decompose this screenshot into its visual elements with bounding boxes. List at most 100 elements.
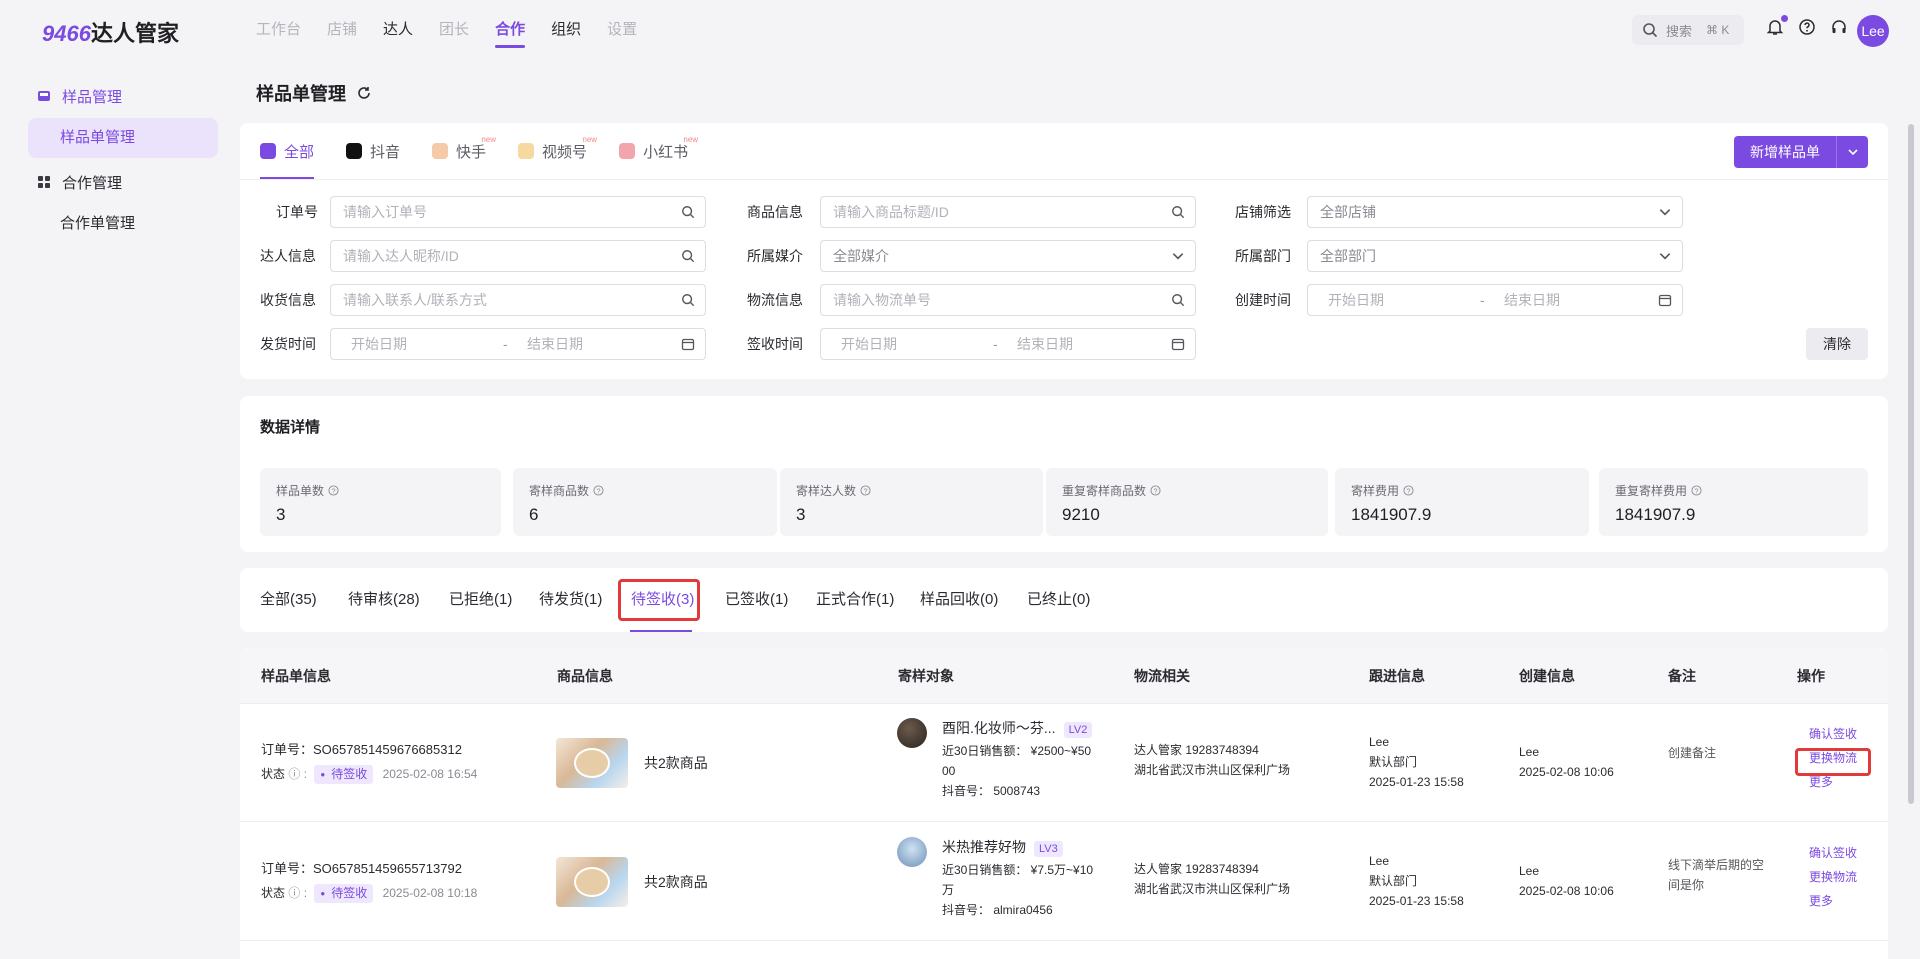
more-link[interactable]: 更多	[1809, 889, 1833, 913]
topnav-settings[interactable]: 设置	[607, 0, 637, 60]
filter-created: 创建时间 开始日期 - 结束日期	[1235, 284, 1683, 316]
headset-icon[interactable]	[1830, 18, 1848, 39]
status-tab-formal[interactable]: 正式合作(1)	[816, 568, 894, 632]
search-icon[interactable]	[1171, 205, 1185, 219]
media-select[interactable]: 全部媒介	[820, 240, 1196, 272]
more-link[interactable]: 更多	[1809, 770, 1833, 794]
search-icon[interactable]	[681, 293, 695, 307]
talent-avatar[interactable]	[897, 718, 927, 748]
search-icon[interactable]	[1171, 293, 1185, 307]
shipped-date-range[interactable]: 开始日期 - 结束日期	[330, 328, 706, 360]
status-tab-rejected[interactable]: 已拒绝(1)	[449, 568, 512, 632]
product-input[interactable]: 请输入商品标题/ID	[820, 196, 1196, 228]
sidebar-group-sample[interactable]: 样品管理	[28, 78, 218, 114]
input-placeholder: 请输入物流单号	[833, 292, 931, 308]
platform-tab-xiaohongshu[interactable]: 小红书 new	[619, 123, 698, 179]
date-separator: -	[993, 336, 998, 352]
stat-repeat-cost: 重复寄样费用? 1841907.9	[1599, 468, 1868, 536]
product-thumbnail[interactable]	[556, 857, 628, 907]
platform-tab-all[interactable]: 全部	[260, 123, 315, 179]
user-avatar[interactable]: Lee	[1857, 15, 1889, 47]
info-icon[interactable]: ?	[593, 485, 604, 496]
status-tab-terminated[interactable]: 已终止(0)	[1027, 568, 1090, 632]
column-header: 备注	[1668, 668, 1696, 684]
chevron-down-icon[interactable]	[1836, 136, 1868, 168]
confirm-sign-link[interactable]: 确认签收	[1809, 841, 1857, 865]
talent-name[interactable]: 米热推荐好物	[942, 839, 1026, 855]
topnav-talent[interactable]: 达人	[383, 0, 413, 60]
global-search[interactable]: 搜索 ⌘ K	[1632, 15, 1744, 45]
stat-sample-orders: 样品单数? 3	[260, 468, 501, 536]
svg-text:?: ?	[331, 486, 335, 495]
dept-select[interactable]: 全部部门	[1307, 240, 1683, 272]
new-sample-order-label[interactable]: 新增样品单	[1734, 136, 1836, 168]
logistics-input[interactable]: 请输入物流单号	[820, 284, 1196, 316]
select-value: 全部部门	[1320, 248, 1376, 264]
page-scrollbar[interactable]	[1908, 124, 1914, 804]
receiver-input[interactable]: 请输入联系人/联系方式	[330, 284, 706, 316]
stat-value: 1841907.9	[1351, 505, 1432, 524]
platform-tab-kuaishou[interactable]: 快手 new	[432, 123, 496, 179]
refresh-icon[interactable]	[356, 85, 372, 101]
status-tab-pending-ship[interactable]: 待发货(1)	[539, 568, 602, 632]
stat-value: 6	[529, 505, 539, 524]
info-icon[interactable]: ?	[860, 485, 871, 496]
order-no-label: 订单号：	[261, 742, 314, 757]
filter-panel: 全部 抖音 快手 new 视频号 new 小红书 new 新增样品单 订单号 请…	[240, 123, 1888, 379]
status-tab-recycle[interactable]: 样品回收(0)	[920, 568, 998, 632]
info-icon[interactable]: ?	[1150, 485, 1161, 496]
filter-label: 订单号	[276, 204, 318, 220]
info-icon[interactable]: ?	[328, 485, 339, 496]
search-icon[interactable]	[681, 249, 695, 263]
platform-tab-douyin[interactable]: 抖音	[346, 123, 400, 179]
search-icon[interactable]	[681, 205, 695, 219]
talent-name[interactable]: 酉阳.化妆师～芬...	[942, 720, 1056, 736]
product-count[interactable]: 共2款商品	[644, 872, 708, 892]
help-icon[interactable]	[1798, 18, 1816, 39]
input-placeholder: 请输入达人昵称/ID	[343, 248, 459, 264]
clear-button[interactable]: 清除	[1806, 328, 1868, 360]
select-value: 全部媒介	[833, 248, 889, 264]
status-tab-all[interactable]: 全部(35)	[260, 568, 317, 632]
follow-user: Lee	[1369, 854, 1390, 868]
topnav-org[interactable]: 组织	[551, 0, 581, 60]
topnav-workbench[interactable]: 工作台	[256, 0, 301, 60]
created-date-range[interactable]: 开始日期 - 结束日期	[1307, 284, 1683, 316]
topnav-leader[interactable]: 团长	[439, 0, 469, 60]
table-header: 样品单信息 商品信息 寄样对象 物流相关 跟进信息 创建信息 备注 操作	[240, 648, 1888, 704]
product-thumbnail[interactable]	[556, 738, 628, 788]
new-sample-order-button[interactable]: 新增样品单	[1734, 136, 1868, 168]
brand-logo[interactable]: 9466达人管家	[42, 16, 179, 48]
bell-icon[interactable]	[1766, 15, 1788, 39]
talent-level-badge: LV3	[1034, 841, 1063, 857]
info-icon[interactable]: ⓘ :	[288, 886, 307, 900]
product-count[interactable]: 共2款商品	[644, 753, 708, 773]
platform-tab-shipinhao[interactable]: 视频号 new	[518, 123, 597, 179]
status-time: 2025-02-08 16:54	[382, 767, 478, 781]
info-icon[interactable]: ?	[1403, 485, 1414, 496]
table-row: 订单号：SO657851459655713792 状态 ⓘ : 待签收 2025…	[240, 823, 1888, 941]
shop-select[interactable]: 全部店铺	[1307, 196, 1683, 228]
topnav-shop[interactable]: 店铺	[327, 0, 357, 60]
sidebar-item-sample-orders[interactable]: 样品单管理	[28, 118, 218, 158]
order-no-input[interactable]: 请输入订单号	[330, 196, 706, 228]
note-text: 线下滴举后期的空	[1668, 858, 1765, 872]
sidebar-group-cooperation[interactable]: 合作管理	[28, 164, 218, 200]
status-label: 状态	[261, 767, 286, 781]
status-tab-pending-review[interactable]: 待审核(28)	[348, 568, 420, 632]
status-tab-signed[interactable]: 已签收(1)	[725, 568, 788, 632]
calendar-icon	[1171, 338, 1185, 351]
confirm-sign-link[interactable]: 确认签收	[1809, 722, 1857, 746]
date-end: 结束日期	[1504, 292, 1560, 308]
talent-avatar[interactable]	[897, 837, 927, 867]
sidebar: 样品管理 样品单管理 合作管理 合作单管理	[28, 78, 218, 250]
filter-media: 所属媒介 全部媒介	[747, 240, 1196, 272]
info-icon[interactable]: ⓘ :	[288, 767, 307, 781]
topnav-cooperation[interactable]: 合作	[495, 0, 526, 60]
talent-input[interactable]: 请输入达人昵称/ID	[330, 240, 706, 272]
change-logistics-link[interactable]: 更换物流	[1809, 865, 1857, 889]
sidebar-item-coop-orders[interactable]: 合作单管理	[28, 204, 218, 244]
signed-date-range[interactable]: 开始日期 - 结束日期	[820, 328, 1196, 360]
status-cell: 状态 ⓘ : 待签收 2025-02-08 10:18	[261, 883, 477, 903]
info-icon[interactable]: ?	[1691, 485, 1702, 496]
